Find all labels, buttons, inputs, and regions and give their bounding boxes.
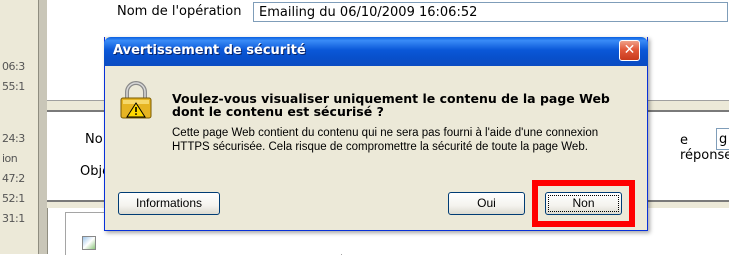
reply-input[interactable]: g: [716, 128, 729, 150]
timestamp-fragment: 52:1: [2, 192, 25, 205]
left-timestamp-column: 06:3 55:1 24:3 ion 47:2 52:1 31:1: [0, 0, 38, 254]
broken-image-icon: [82, 236, 96, 250]
yes-button[interactable]: Oui: [448, 192, 525, 215]
dialog-title: Avertissement de sécurité: [113, 43, 306, 58]
timestamp-fragment: 55:1: [2, 80, 25, 93]
dialog-explanation: Cette page Web contient du contenu qui n…: [172, 127, 599, 153]
close-button[interactable]: ✕: [619, 40, 640, 61]
information-button[interactable]: Informations: [118, 192, 220, 215]
padlock-warning-icon: [120, 81, 152, 119]
timestamp-fragment: ion: [2, 152, 18, 165]
timestamp-fragment: 47:2: [2, 172, 25, 185]
timestamp-fragment: 24:3: [2, 132, 25, 145]
highlight-box: [532, 180, 635, 227]
timestamp-fragment: 31:1: [2, 212, 25, 225]
operation-name-input[interactable]: Emailing du 06/10/2009 16:06:52: [253, 2, 728, 22]
dialog-question: Voulez-vous visualiser uniquement le con…: [172, 91, 610, 119]
no-label: No: [85, 132, 103, 147]
timestamp-fragment: 06:3: [2, 60, 25, 73]
operation-name-label: Nom de l'opération: [117, 4, 242, 19]
